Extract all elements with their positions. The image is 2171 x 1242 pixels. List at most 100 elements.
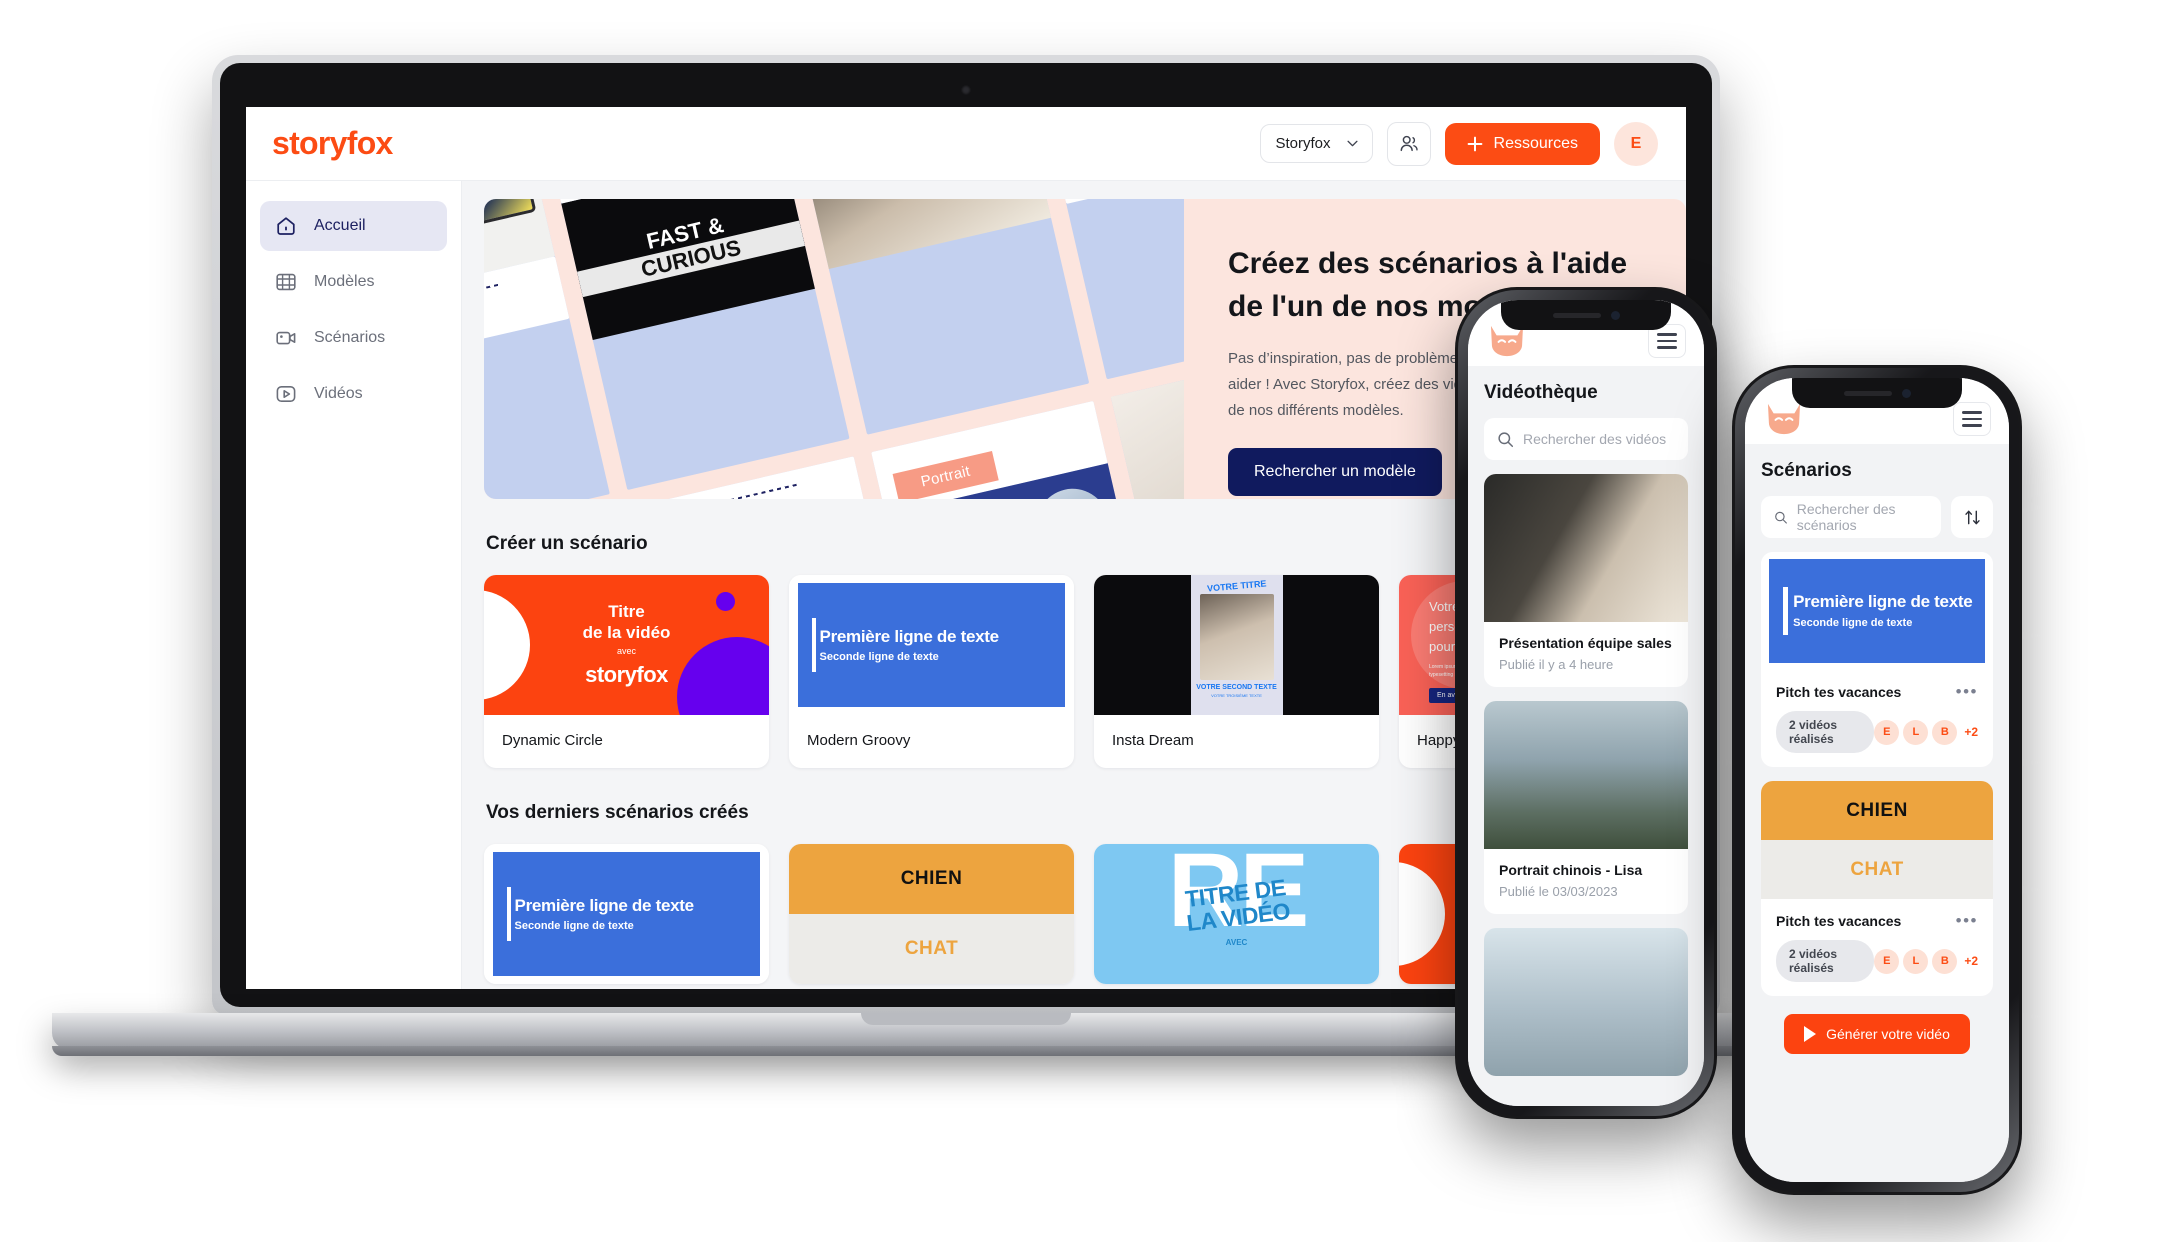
sort-button[interactable]: [1951, 496, 1993, 538]
scenario-title: Pitch tes vacances: [1776, 912, 1902, 929]
template-card-name: Insta Dream: [1112, 732, 1194, 749]
app-header: storyfox Storyfox Ressources E: [246, 107, 1686, 181]
sidebar-item-modeles[interactable]: Modèles: [260, 257, 447, 307]
thumb-photo: [1199, 594, 1274, 680]
users-icon: [1400, 135, 1418, 151]
user-avatar[interactable]: E: [1614, 121, 1658, 166]
phone-back-screen: Vidéothèque Rechercher des vidéos Présen…: [1468, 300, 1704, 1106]
half-circle-shape: [484, 590, 530, 700]
menu-line: [1657, 333, 1677, 336]
search-template-button[interactable]: Rechercher un modèle: [1228, 447, 1442, 496]
template-card[interactable]: Titre de la vidéo avec storyfox Dynamic …: [484, 575, 769, 768]
search-icon: [1498, 431, 1514, 447]
thumb-line3: storyfox: [585, 662, 668, 688]
video-title: Présentation équipe sales: [1499, 635, 1672, 651]
resources-button-label: Ressources: [1493, 134, 1578, 152]
video-meta: Présentation équipe sales Publié il y a …: [1484, 622, 1688, 687]
thumb-line1: Première ligne de texte: [819, 627, 1000, 646]
sidebar-item-accueil[interactable]: Accueil: [260, 201, 447, 251]
half-circle-shape: [1399, 862, 1445, 966]
thumb-footer: VOTRE SECOND TEXTE: [1196, 684, 1277, 691]
scenario-search-placeholder: Rechercher des scénarios: [1796, 501, 1896, 533]
video-thumbnail: [1484, 474, 1688, 622]
generate-video-button[interactable]: Générer votre vidéo: [1784, 1014, 1970, 1054]
video-card[interactable]: Présentation équipe sales Publié il y a …: [1484, 474, 1688, 687]
storyfox-logo[interactable]: storyfox: [272, 125, 393, 162]
phone-front-screen: Scénarios Rechercher des scénarios Premi…: [1745, 378, 2009, 1182]
collage-label: Produits: [484, 256, 570, 370]
more-options-icon[interactable]: •••: [1956, 683, 1978, 700]
scenario-card[interactable]: CHIEN CHAT: [789, 844, 1074, 984]
phone-front-body: Scénarios Rechercher des scénarios Premi…: [1745, 444, 2009, 1182]
fox-logo-icon: [1767, 403, 1801, 435]
thumb-subfooter: VOTRE TROISIÈME TEXTE: [1211, 693, 1262, 698]
org-selector-label: Storyfox: [1275, 135, 1331, 152]
avatar: B: [1932, 948, 1958, 974]
team-members-button[interactable]: [1386, 121, 1431, 166]
thumb-line2: Seconde ligne de texte: [1793, 617, 1913, 630]
collage-label: Motion: [1051, 199, 1184, 204]
scenario-list-item[interactable]: Première ligne de texte Seconde ligne de…: [1761, 552, 1993, 767]
org-selector[interactable]: Storyfox: [1260, 124, 1373, 163]
video-search-placeholder: Rechercher des vidéos: [1523, 431, 1667, 447]
scenario-thumbnail: Première ligne de texte Seconde ligne de…: [1761, 552, 1993, 670]
collage-image: FAST & CURIOUS: [561, 199, 815, 340]
phone-device-front: Scénarios Rechercher des scénarios Premi…: [1732, 365, 2022, 1195]
thumb-line2: Seconde ligne de texte: [819, 651, 939, 663]
thumb-top-label: CHIEN: [1761, 781, 1993, 840]
videos-count-badge: 2 vidéos réalisés: [1776, 711, 1875, 753]
resources-button[interactable]: Ressources: [1444, 122, 1600, 165]
scenario-thumbnail: RE TITRE DE LA VIDÉO AVEC: [1094, 844, 1379, 984]
scenario-thumbnail: Première ligne de texte Seconde ligne de…: [484, 844, 769, 984]
play-icon: [276, 386, 296, 402]
thumbnail-text: Titre de la vidéo avec storyfox: [583, 602, 671, 688]
scenario-card[interactable]: RE TITRE DE LA VIDÉO AVEC: [1094, 844, 1379, 984]
avatar: E: [1874, 719, 1900, 745]
speaker-icon: [1843, 390, 1892, 396]
sidebar-navigation: Accueil Modèles Scénarios Vidéos: [246, 181, 462, 989]
avatar: L: [1903, 719, 1929, 745]
accent-bar: [811, 618, 816, 672]
template-card[interactable]: Première ligne de texte Seconde ligne de…: [789, 575, 1074, 768]
thumbnail-inner: Première ligne de texte Seconde ligne de…: [1769, 559, 1985, 663]
template-thumbnail: Première ligne de texte Seconde ligne de…: [789, 575, 1074, 715]
more-options-icon[interactable]: •••: [1956, 912, 1978, 929]
webcam-icon: [961, 85, 971, 95]
scenario-list-item[interactable]: CHIEN CHAT Pitch tes vacances ••• 2 vidé…: [1761, 781, 1993, 996]
camera-icon: [276, 331, 296, 345]
template-card-name: Modern Groovy: [807, 732, 911, 749]
scenario-stats-row: 2 vidéos réalisés E L B +2: [1776, 711, 1978, 753]
thumb-line2: Seconde ligne de texte: [514, 920, 634, 932]
scenario-meta: Pitch tes vacances ••• 2 vidéos réalisés…: [1761, 899, 1993, 996]
video-search-input[interactable]: Rechercher des vidéos: [1484, 418, 1688, 460]
phone-notch: [1501, 300, 1671, 330]
thumbnail-inner: Première ligne de texte Seconde ligne de…: [797, 583, 1066, 707]
scenario-card[interactable]: Première ligne de texte Seconde ligne de…: [484, 844, 769, 984]
avatar-overflow-count: +2: [1964, 954, 1978, 968]
phone-device-back: Vidéothèque Rechercher des vidéos Présen…: [1455, 287, 1717, 1119]
thumb-title: VOTRE TITRE: [1206, 578, 1267, 594]
video-date: Publié il y a 4 heure: [1499, 657, 1614, 672]
search-row: Rechercher des scénarios: [1761, 496, 1993, 538]
header-actions: Storyfox Ressources E: [1260, 121, 1658, 166]
front-camera-icon: [1610, 310, 1620, 320]
thumb-line1: Première ligne de texte: [1793, 592, 1973, 612]
accent-bar: [1783, 586, 1789, 635]
sidebar-item-label: Scénarios: [314, 329, 386, 346]
search-icon: [1775, 511, 1787, 524]
menu-line: [1657, 346, 1677, 349]
video-card[interactable]: Portrait chinois - Lisa Publié le 03/03/…: [1484, 701, 1688, 914]
menu-button[interactable]: [1953, 402, 1991, 436]
menu-line: [1962, 424, 1982, 427]
speaker-icon: [1552, 312, 1601, 318]
generate-video-label: Générer votre vidéo: [1826, 1026, 1950, 1042]
template-card[interactable]: VOTRE TITRE VOTRE SECOND TEXTE VOTRE TRO…: [1094, 575, 1379, 768]
scenario-search-input[interactable]: Rechercher des scénarios: [1761, 496, 1941, 538]
thumb-top-label: CHIEN: [789, 844, 1074, 914]
sidebar-item-videos[interactable]: Vidéos: [260, 369, 447, 419]
laptop-base-notch: [861, 1013, 1071, 1025]
scenario-thumbnail: CHIEN CHAT: [1761, 781, 1993, 899]
sidebar-item-scenarios[interactable]: Scénarios: [260, 313, 447, 363]
menu-line: [1962, 417, 1982, 421]
video-card[interactable]: [1484, 928, 1688, 1076]
